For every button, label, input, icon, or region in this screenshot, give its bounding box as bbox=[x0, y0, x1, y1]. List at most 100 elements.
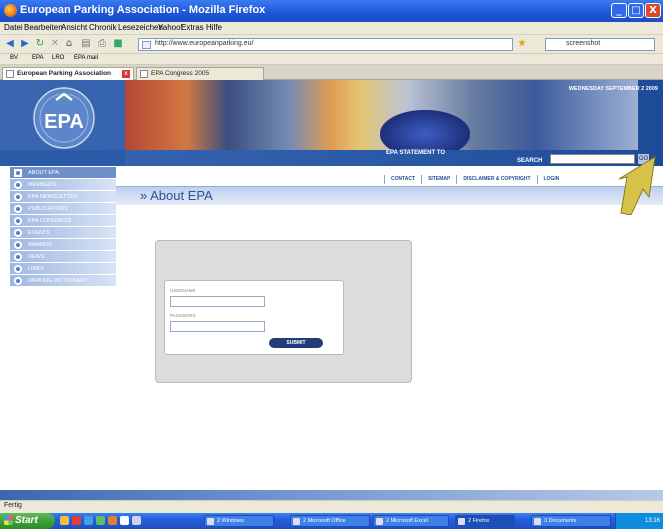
menu-chronik[interactable]: Chronik bbox=[89, 23, 117, 32]
nav-login[interactable]: LOGIN bbox=[536, 175, 566, 184]
sidebar-item-links[interactable]: LINKS bbox=[10, 263, 116, 275]
menu-bearbeiten[interactable]: Bearbeiten bbox=[24, 23, 63, 32]
home-icon[interactable]: ⌂ bbox=[63, 37, 75, 51]
quicklaunch-icon[interactable] bbox=[96, 516, 105, 525]
stop-icon[interactable]: ✕ bbox=[49, 37, 61, 51]
password-field[interactable] bbox=[170, 321, 265, 332]
status-bar: Fertig bbox=[0, 500, 663, 513]
print-icon[interactable]: ⎙ bbox=[96, 37, 108, 51]
taskbar-item[interactable]: 2 Windows bbox=[204, 515, 274, 527]
sidebar-item-label: NEWS bbox=[28, 254, 45, 260]
menu-lesezeichen[interactable]: Lesezeichen bbox=[118, 23, 163, 32]
page-favicon-icon bbox=[142, 41, 151, 49]
quicklaunch-icon[interactable] bbox=[60, 516, 69, 525]
sidebar-item-congress[interactable]: EPA CONGRESS bbox=[10, 215, 116, 227]
sidebar-item-awards[interactable]: AWARDS bbox=[10, 239, 116, 251]
banner-car-image bbox=[380, 110, 470, 150]
bookmark-bv[interactable]: BV bbox=[10, 55, 18, 61]
url-text: http://www.europeanparking.eu/ bbox=[155, 40, 254, 47]
url-bar[interactable]: http://www.europeanparking.eu/ bbox=[138, 38, 513, 51]
nav-contact[interactable]: CONTACT bbox=[384, 175, 421, 184]
annotation-arrow-icon bbox=[618, 156, 656, 215]
username-label: USERNAME bbox=[170, 288, 196, 293]
quicklaunch-icon[interactable] bbox=[120, 516, 129, 525]
star-icon[interactable]: ★ bbox=[517, 37, 527, 51]
bookmark-epa-mail[interactable]: EPA mail bbox=[74, 55, 98, 61]
sidebar-item-label: PUBLICATIONS bbox=[28, 206, 68, 212]
bullet-icon bbox=[14, 193, 22, 201]
banner-left-block bbox=[0, 150, 125, 166]
taskbar-item[interactable]: 2 Microsoft Excel bbox=[373, 515, 449, 527]
logo-text: EPA bbox=[44, 111, 84, 133]
quicklaunch-icon[interactable] bbox=[132, 516, 141, 525]
bookmark-icon[interactable]: ■ bbox=[112, 37, 124, 51]
page-footer-bar bbox=[0, 490, 663, 500]
minimize-button[interactable]: _ bbox=[611, 3, 627, 18]
page-icon[interactable]: ▤ bbox=[80, 37, 92, 51]
quicklaunch-icon[interactable] bbox=[72, 516, 81, 525]
tab-bar: European Parking Association x EPA Congr… bbox=[0, 65, 663, 80]
sidebar-menu: ABOUT EPA MEMBERS EPA NEWSLETTER PUBLICA… bbox=[10, 167, 116, 287]
bullet-icon bbox=[14, 277, 22, 285]
search-input[interactable]: screenshot bbox=[545, 38, 655, 51]
taskbar-item[interactable]: 3 Documents bbox=[531, 515, 611, 527]
sidebar-item-about-epa[interactable]: ABOUT EPA bbox=[10, 167, 116, 179]
bullet-icon bbox=[14, 169, 22, 177]
start-button[interactable]: Start bbox=[0, 513, 55, 529]
sidebar-item-label: AWARDS bbox=[28, 242, 52, 248]
window-title: European Parking Association - Mozilla F… bbox=[20, 4, 266, 16]
quicklaunch-icon[interactable] bbox=[108, 516, 117, 525]
sidebar-item-label: EPA CONGRESS bbox=[28, 218, 72, 224]
status-text: Fertig bbox=[4, 502, 22, 509]
sidebar-item-news[interactable]: NEWS bbox=[10, 251, 116, 263]
menu-ansicht[interactable]: Ansicht bbox=[61, 23, 87, 32]
statement-link[interactable]: EPA STATEMENT TO bbox=[386, 150, 445, 156]
back-icon[interactable]: ◀ bbox=[3, 37, 17, 51]
username-field[interactable] bbox=[170, 296, 265, 307]
menu-hilfe[interactable]: Hilfe bbox=[206, 23, 222, 32]
sidebar-item-label: PARKING DICTIONARY bbox=[28, 278, 88, 284]
quicklaunch-icon[interactable] bbox=[84, 516, 93, 525]
bullet-icon bbox=[14, 229, 22, 237]
sidebar-item-events[interactable]: EVENTS bbox=[10, 227, 116, 239]
site-search-label: SEARCH bbox=[517, 158, 543, 164]
sidebar-item-parking-dictionary[interactable]: PARKING DICTIONARY bbox=[10, 275, 116, 287]
bookmark-epa[interactable]: EPA bbox=[32, 55, 44, 61]
site-date: WEDNESDAY SEPTEMBER 2 2009 bbox=[568, 86, 658, 92]
top-nav: CONTACT SITEMAP DISCLAIMER & COPYRIGHT L… bbox=[384, 175, 565, 184]
forward-icon[interactable]: ▶ bbox=[19, 37, 31, 51]
sidebar-item-label: ABOUT EPA bbox=[28, 170, 59, 176]
taskbar-item-active[interactable]: 2 Firefox bbox=[455, 515, 515, 527]
epa-logo-icon[interactable]: EPA bbox=[26, 86, 102, 150]
bullet-icon bbox=[14, 241, 22, 249]
maximize-button[interactable]: □ bbox=[628, 3, 644, 18]
search-text: screenshot bbox=[566, 40, 601, 47]
nav-disclaimer[interactable]: DISCLAIMER & COPYRIGHT bbox=[456, 175, 536, 184]
bookmarks-bar: BV EPA LRO EPA mail bbox=[0, 54, 663, 65]
menu-extras[interactable]: Extras bbox=[181, 23, 204, 32]
sidebar-item-label: LINKS bbox=[28, 266, 44, 272]
nav-sitemap[interactable]: SITEMAP bbox=[421, 175, 456, 184]
sidebar-item-newsletter[interactable]: EPA NEWSLETTER bbox=[10, 191, 116, 203]
windows-taskbar: Start 2 Windows 2 Microsoft Office 2 Mic… bbox=[0, 513, 663, 529]
tab-epa-congress[interactable]: EPA Congress 2005 bbox=[136, 67, 264, 80]
tab-label: European Parking Association bbox=[17, 70, 112, 77]
system-tray-clock[interactable]: 13:16 bbox=[615, 513, 663, 529]
menu-yahoo[interactable]: Yahoo! bbox=[158, 23, 183, 32]
taskbar-item[interactable]: 2 Microsoft Office bbox=[290, 515, 370, 527]
close-tab-icon[interactable]: x bbox=[122, 70, 130, 78]
bullet-icon bbox=[14, 205, 22, 213]
reload-icon[interactable]: ↻ bbox=[34, 37, 46, 51]
bookmark-lro[interactable]: LRO bbox=[52, 55, 64, 61]
window-titlebar: European Parking Association - Mozilla F… bbox=[0, 0, 663, 22]
menu-bar: Datei Bearbeiten Ansicht Chronik Lesezei… bbox=[0, 22, 663, 35]
tab-favicon-icon bbox=[6, 70, 14, 78]
tab-european-parking[interactable]: European Parking Association x bbox=[2, 67, 134, 80]
submit-button[interactable]: SUBMIT bbox=[269, 338, 323, 348]
menu-datei[interactable]: Datei bbox=[4, 23, 23, 32]
close-window-button[interactable]: X bbox=[645, 3, 661, 18]
heading-band: » About EPA bbox=[116, 165, 663, 205]
page-content: WEDNESDAY SEPTEMBER 2 2009 EPA STATEMENT… bbox=[0, 80, 663, 500]
sidebar-item-publications[interactable]: PUBLICATIONS bbox=[10, 203, 116, 215]
sidebar-item-members[interactable]: MEMBERS bbox=[10, 179, 116, 191]
